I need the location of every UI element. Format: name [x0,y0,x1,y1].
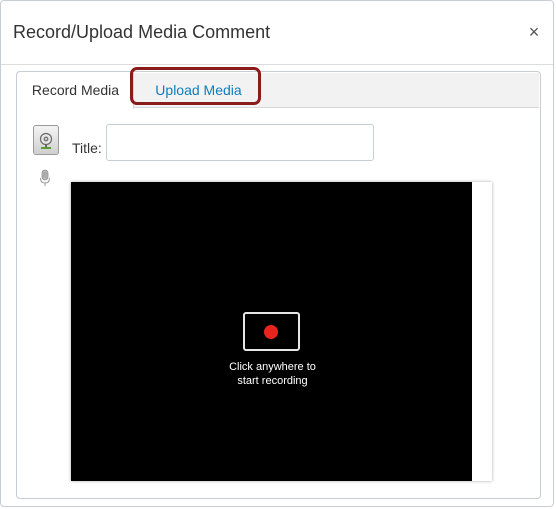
webcam-icon-graphic [39,132,53,149]
dialog-header: Record/Upload Media Comment × [1,1,553,65]
title-input[interactable] [106,124,374,161]
microphone-icon[interactable] [38,169,52,187]
record-hint: Click anywhere to start recording [201,360,344,388]
title-label: Title: [72,140,102,156]
webcam-icon[interactable] [33,125,59,155]
dialog-title: Record/Upload Media Comment [13,22,271,42]
record-hint-line2: start recording [237,375,308,387]
recorder-side-panel [472,182,492,481]
close-icon[interactable]: × [526,23,542,41]
record-hint-line1: Click anywhere to [229,361,316,373]
recorder-area[interactable]: Click anywhere to start recording [71,182,492,481]
record-button[interactable] [243,312,300,351]
tab-record-media[interactable]: Record Media [18,73,134,109]
tab-upload-media[interactable]: Upload Media [135,73,262,108]
tab-strip: Record Media Upload Media [18,73,539,109]
record-icon [264,325,278,339]
